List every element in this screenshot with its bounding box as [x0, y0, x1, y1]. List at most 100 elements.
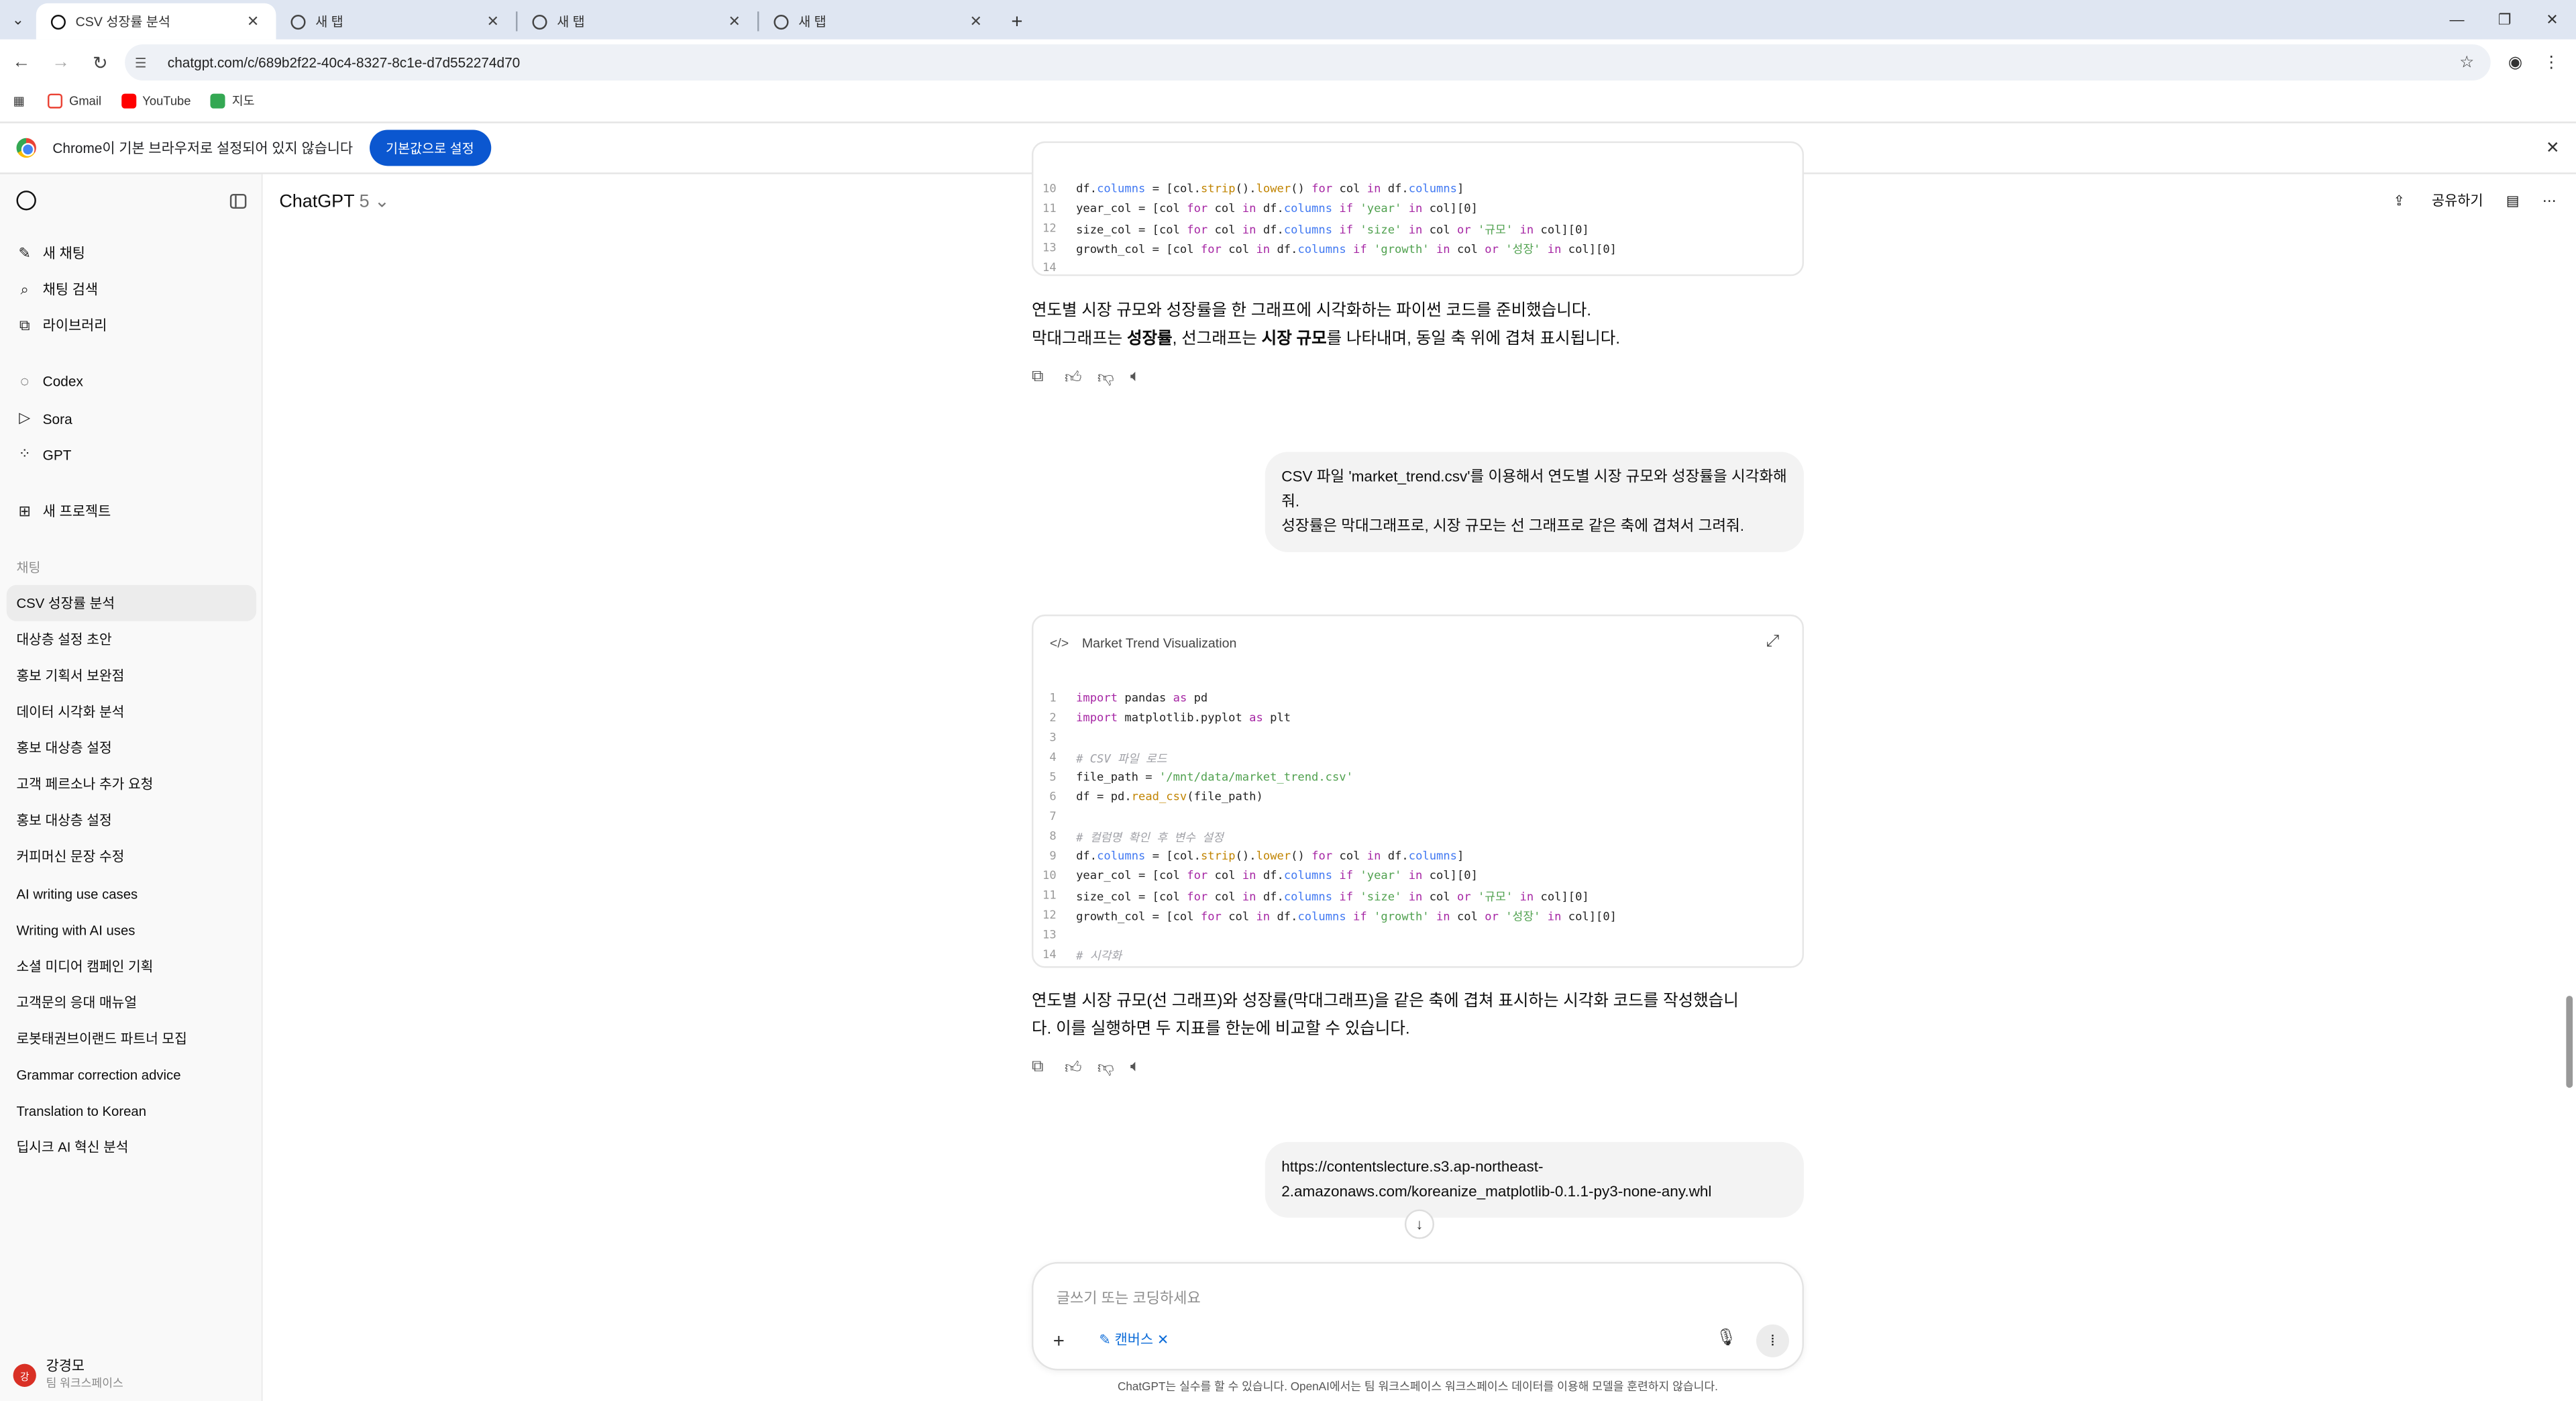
- model-name: ChatGPT: [279, 192, 355, 212]
- sidebar-item-new-chat[interactable]: ✎ 새 채팅: [16, 243, 85, 262]
- more-options-icon[interactable]: ⋯: [2542, 191, 2557, 209]
- forward-arrow-icon[interactable]: →: [43, 44, 79, 81]
- chat-item[interactable]: 고객문의 응대 매뉴얼: [7, 984, 256, 1021]
- chat-item[interactable]: 고객 페르소나 추가 요청: [7, 766, 256, 802]
- tab-title: 새 탭: [557, 13, 585, 29]
- tab-close-icon[interactable]: ✕: [243, 12, 262, 30]
- profile-icon[interactable]: ◉: [2497, 44, 2533, 81]
- apps-grid-icon[interactable]: ▦: [13, 93, 25, 107]
- infobar-message: Chrome이 기본 브라우저로 설정되어 있지 않습니다: [52, 140, 354, 156]
- chat-item[interactable]: Grammar correction advice: [7, 1057, 256, 1093]
- tab-search-icon[interactable]: ⌄: [0, 0, 36, 40]
- line-number: 1: [1049, 692, 1057, 705]
- thumbs-down-icon[interactable]: 👎︎: [1097, 368, 1130, 388]
- sidebar-item-sora[interactable]: ▷ Sora: [16, 409, 72, 427]
- expand-icon[interactable]: ⤢: [1766, 633, 1780, 651]
- chat-item[interactable]: 대상층 설정 초안: [7, 621, 256, 658]
- share-button[interactable]: ⇪ 공유하기: [2370, 191, 2483, 210]
- reload-icon[interactable]: ↻: [82, 44, 118, 81]
- read-aloud-icon[interactable]: 🔈︎: [1130, 1058, 1163, 1078]
- remove-canvas-icon[interactable]: ✕: [1153, 1330, 1169, 1348]
- code-text: file_path = '/mnt/data/market_trend.csv': [1076, 770, 1353, 784]
- chat-item[interactable]: AI writing use cases: [7, 876, 256, 912]
- line-number: 5: [1049, 770, 1057, 784]
- user-profile[interactable]: 강 강경모 팀 워크스페이스: [13, 1358, 123, 1392]
- close-window-icon[interactable]: ✕: [2528, 0, 2576, 40]
- message-line: 다. 이를 실행하면 두 지표를 한눈에 비교할 수 있습니다.: [1031, 1020, 1410, 1039]
- chat-item[interactable]: 로봇태권브이랜드 파트너 모집: [7, 1021, 256, 1057]
- tab-close-icon[interactable]: ✕: [483, 12, 502, 30]
- chat-item[interactable]: Translation to Korean: [7, 1093, 256, 1129]
- sora-icon: ▷: [19, 409, 31, 426]
- chat-item[interactable]: Writing with AI uses: [7, 912, 256, 948]
- canvas-tool-chip[interactable]: ✎ 캔버스 ✕: [1099, 1329, 1169, 1349]
- site-info-icon[interactable]: ☰: [135, 55, 158, 70]
- sidebar-item-library[interactable]: ⧉ 라이브러리: [16, 315, 107, 335]
- chat-item[interactable]: 소셜 미디어 캠페인 기획: [7, 948, 256, 984]
- thumbs-up-icon[interactable]: 👍︎: [1065, 1058, 1097, 1078]
- scrollbar[interactable]: [2563, 174, 2576, 1401]
- code-line: 4 # CSV 파일 로드: [1033, 751, 1167, 770]
- back-arrow-icon[interactable]: ←: [3, 44, 40, 81]
- line-number: 4: [1049, 751, 1057, 764]
- bookmark-maps[interactable]: 지도: [210, 91, 255, 109]
- bookmark-youtube[interactable]: YouTube: [121, 93, 191, 108]
- browser-tab[interactable]: CSV 성장률 분석 ✕: [36, 3, 276, 40]
- line-number: 11: [1042, 888, 1057, 902]
- model-selector[interactable]: ChatGPT 5 ⌄: [279, 191, 389, 212]
- gpt-grid-icon: ⁘: [18, 445, 31, 462]
- minimize-icon[interactable]: —: [2433, 0, 2481, 40]
- read-aloud-icon[interactable]: 🔈︎: [1130, 368, 1163, 388]
- message-input[interactable]: 글쓰기 또는 코딩하세요: [1057, 1287, 1201, 1308]
- add-attachment-plus-icon[interactable]: +: [1053, 1329, 1065, 1352]
- restore-icon[interactable]: ❐: [2481, 0, 2528, 40]
- sidebar-item-label: 라이브러리: [42, 317, 107, 334]
- user-message: CSV 파일 'market_trend.csv'를 이용해서 연도별 시장 규…: [1265, 452, 1805, 552]
- bookmark-label: Gmail: [69, 93, 102, 108]
- address-bar[interactable]: ☰ chatgpt.com/c/689b2f22-40c4-8327-8c1e-…: [125, 44, 2491, 81]
- microphone-icon[interactable]: 🎙︎: [1715, 1329, 1736, 1347]
- chatgpt-favicon-icon: [49, 13, 65, 30]
- chat-item[interactable]: 커피머신 문장 수정: [7, 838, 256, 874]
- disclaimer: ChatGPT는 실수를 할 수 있습니다. OpenAI에서는 팀 워크스페이…: [1117, 1382, 1718, 1394]
- chat-item[interactable]: CSV 성장률 분석: [6, 584, 257, 621]
- copy-icon[interactable]: ⧉: [1032, 1058, 1065, 1078]
- sidebar-item-search[interactable]: ⌕ 채팅 검색: [16, 279, 99, 299]
- canvas-doc-icon[interactable]: ▤: [2506, 191, 2520, 209]
- thumbs-down-icon[interactable]: 👎︎: [1097, 1058, 1130, 1078]
- browser-menu-icon[interactable]: ⋮: [2533, 44, 2569, 81]
- set-default-button[interactable]: 기본값으로 설정: [369, 129, 491, 166]
- sidebar-item-new-project[interactable]: ⊞ 새 프로젝트: [16, 501, 111, 521]
- line-number: 3: [1049, 731, 1057, 745]
- code-card[interactable]: </> Market Trend Visualization ⤢ 1 import …: [1031, 614, 1805, 968]
- bookmark-gmail[interactable]: Gmail: [48, 93, 102, 108]
- copy-icon[interactable]: ⧉: [1032, 368, 1065, 388]
- chat-item[interactable]: 데이터 시각화 분석: [7, 693, 256, 729]
- sidebar-item-codex[interactable]: ◌ Codex: [16, 373, 83, 389]
- infobar-close-icon[interactable]: ✕: [2546, 139, 2560, 157]
- openai-logo-icon[interactable]: [16, 191, 36, 211]
- voice-mode-icon[interactable]: ⦙: [1756, 1324, 1789, 1357]
- bookmark-star-icon[interactable]: ☆: [2459, 54, 2474, 72]
- chat-item[interactable]: 홍보 기획서 보완점: [7, 658, 256, 694]
- line-number: 10: [1042, 182, 1057, 196]
- browser-tab[interactable]: 새 탭 ✕: [276, 3, 516, 40]
- new-tab-plus-icon[interactable]: +: [999, 3, 1035, 40]
- chat-item[interactable]: 딥시크 AI 혁신 분석: [7, 1129, 256, 1165]
- sidebar-toggle-icon[interactable]: [229, 193, 247, 208]
- code-line: 11 year_col = [col for col in df.columns …: [1033, 202, 1478, 221]
- chat-item[interactable]: 홍보 대상층 설정: [7, 729, 256, 766]
- composer[interactable]: 글쓰기 또는 코딩하세요 + ✎ 캔버스 ✕ 🎙︎ ⦙: [1031, 1261, 1805, 1371]
- scroll-down-arrow-icon[interactable]: ↓: [1404, 1209, 1434, 1239]
- tab-close-icon[interactable]: ✕: [724, 12, 744, 30]
- chat-item[interactable]: 홍보 대상층 설정: [7, 802, 256, 838]
- browser-tab[interactable]: 새 탭 ✕: [759, 3, 999, 40]
- scrollbar-thumb[interactable]: [2566, 996, 2573, 1088]
- browser-tab[interactable]: 새 탭 ✕: [517, 3, 757, 40]
- thumbs-up-icon[interactable]: 👍︎: [1065, 368, 1097, 388]
- code-line: 14 # 시각화: [1033, 948, 1122, 966]
- line-number: 14: [1042, 261, 1057, 274]
- sidebar-item-gpt[interactable]: ⁘ GPT: [16, 446, 71, 464]
- tab-close-icon[interactable]: ✕: [966, 12, 985, 30]
- line-number: 12: [1042, 221, 1057, 236]
